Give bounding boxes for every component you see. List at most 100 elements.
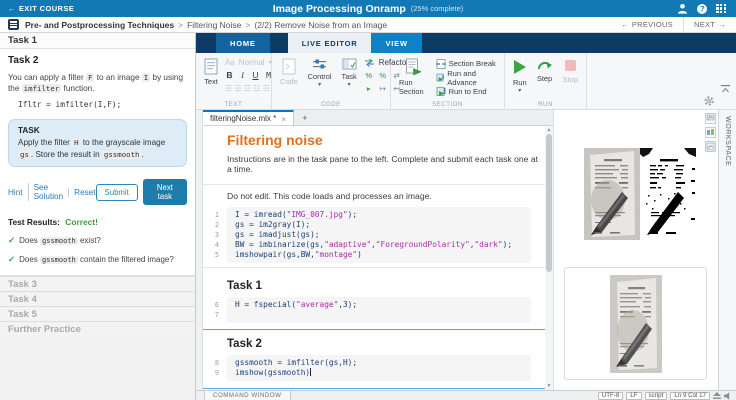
document-tab-filteringNoise[interactable]: filteringNoise.mlx * × bbox=[202, 110, 295, 125]
further-practice-header[interactable]: Further Practice bbox=[0, 321, 195, 336]
tab-live-editor[interactable]: LIVE EDITOR bbox=[287, 33, 372, 53]
group-section: Run Section Section Break Run and Advanc… bbox=[391, 53, 505, 109]
code-chip: I bbox=[141, 73, 151, 82]
insert-control-button[interactable]: Control ▾ bbox=[305, 56, 335, 89]
figure-action-icon-2[interactable] bbox=[705, 127, 716, 138]
back-arrow-icon: ← bbox=[8, 4, 16, 13]
run-to-end-icon bbox=[436, 86, 445, 96]
workspace-strip: WORKSPACE bbox=[718, 110, 736, 390]
line-numbers: 89 bbox=[214, 359, 219, 377]
group-label-section: SECTION bbox=[432, 102, 463, 108]
task-box-text: Apply the filter H to the grayscale imag… bbox=[18, 138, 166, 159]
code-section-task1[interactable]: 67 H = fspecial("average",3); bbox=[203, 297, 545, 323]
insert-code-button[interactable]: Code bbox=[277, 56, 301, 88]
bold-button[interactable]: B bbox=[225, 70, 234, 80]
task1-header[interactable]: Task 1 bbox=[0, 33, 195, 49]
next-button[interactable]: NEXT → bbox=[682, 17, 736, 32]
code-chip: gssmooth bbox=[101, 149, 142, 159]
previous-button[interactable]: ← PREVIOUS bbox=[611, 17, 683, 32]
font-style-icon[interactable]: Aa bbox=[225, 58, 235, 67]
group-label-code: CODE bbox=[321, 102, 341, 108]
hint-link[interactable]: Hint bbox=[8, 188, 23, 197]
stop-button[interactable]: Stop bbox=[560, 56, 581, 86]
line-numbers: 12345 bbox=[214, 211, 219, 259]
test-results-status: Correct! bbox=[65, 217, 98, 227]
refactor-icon bbox=[364, 58, 374, 67]
next-task-button[interactable]: Next task bbox=[142, 179, 187, 205]
scroll-down-icon[interactable]: ▼ bbox=[545, 383, 553, 389]
gear-icon[interactable] bbox=[704, 96, 714, 106]
scroll-up-icon[interactable]: ▲ bbox=[545, 127, 553, 133]
text-style-select[interactable]: Normal bbox=[239, 58, 265, 67]
insert-task-button[interactable]: Task ▾ bbox=[339, 56, 360, 89]
workspace-tab[interactable]: WORKSPACE bbox=[724, 110, 731, 166]
breadcrumb-item-page: (2/2) Remove Noise from an Image bbox=[254, 19, 388, 30]
text-document-icon bbox=[204, 58, 218, 75]
code-section-setup[interactable]: 12345 I = imread("IMG_007.jpg"); gs = im2… bbox=[203, 207, 545, 263]
code-chip: gssmooth bbox=[40, 256, 78, 264]
tab-home[interactable]: HOME bbox=[216, 33, 270, 53]
code-lines[interactable]: I = imread("IMG_007.jpg"); gs = im2gray(I… bbox=[227, 207, 531, 263]
help-icon[interactable]: ? bbox=[697, 3, 708, 14]
tab-view[interactable]: VIEW bbox=[371, 33, 422, 53]
checkmark-icon: ✓ bbox=[8, 254, 16, 264]
see-solution-link[interactable]: See Solution bbox=[27, 183, 63, 201]
underline-button[interactable]: U bbox=[251, 70, 260, 80]
scrollbar-thumb[interactable] bbox=[546, 134, 552, 272]
indent-right-icon[interactable]: ↦ bbox=[378, 84, 388, 93]
filetype-indicator: script bbox=[644, 391, 668, 400]
new-tab-button[interactable]: + bbox=[294, 110, 315, 125]
task3-header[interactable]: Task 3 bbox=[0, 276, 195, 291]
apps-grid-icon[interactable] bbox=[716, 3, 726, 14]
task4-header[interactable]: Task 4 bbox=[0, 291, 195, 306]
insert-text-button[interactable]: Text bbox=[201, 56, 221, 88]
code-chip: imfilter bbox=[21, 84, 62, 93]
document-heading: Filtering noise bbox=[227, 132, 323, 148]
figure-action-icon-1[interactable] bbox=[705, 113, 716, 124]
group-code: Code Control ▾ Task ▾ Refactor ▾ % % ⇄ ▸ bbox=[272, 53, 416, 109]
course-outline-icon[interactable] bbox=[8, 19, 19, 30]
italic-button[interactable]: I bbox=[238, 70, 247, 80]
text-button-label: Text bbox=[204, 77, 218, 86]
code-lines[interactable]: gssmooth = imfilter(gs,H); imshow(gssmoot… bbox=[227, 355, 531, 381]
next-label: NEXT bbox=[693, 20, 716, 29]
submit-button[interactable]: Submit bbox=[95, 183, 138, 201]
run-and-advance-button[interactable]: Run and Advance bbox=[435, 69, 499, 87]
breadcrumb-item-section[interactable]: Pre- and Postprocessing Techniques bbox=[25, 20, 174, 30]
comment-button[interactable]: % bbox=[364, 71, 374, 80]
run-section-button[interactable]: Run Section bbox=[396, 56, 432, 98]
next-arrow-icon: → bbox=[718, 20, 726, 29]
collapse-toolstrip-icon[interactable] bbox=[721, 85, 730, 93]
reset-link[interactable]: Reset bbox=[68, 187, 96, 197]
previous-label: PREVIOUS bbox=[631, 20, 673, 29]
editor-scrollbar[interactable]: ▲ ▼ bbox=[545, 126, 553, 390]
user-icon[interactable] bbox=[677, 3, 688, 14]
output-figure-montage bbox=[584, 148, 696, 240]
checkmark-icon: ✓ bbox=[8, 235, 16, 245]
smart-indent-icon[interactable]: ▸ bbox=[364, 84, 374, 93]
task-box-title: TASK bbox=[18, 126, 40, 135]
figure-action-icon-3[interactable] bbox=[705, 141, 716, 152]
uncomment-button[interactable]: % bbox=[378, 71, 388, 80]
breadcrumb-item-lesson[interactable]: Filtering Noise bbox=[187, 20, 241, 30]
task5-header[interactable]: Task 5 bbox=[0, 306, 195, 321]
list-format-icons[interactable]: ☰ ☱ ☲ ☳ ☴ bbox=[225, 84, 270, 93]
close-tab-icon[interactable]: × bbox=[281, 114, 286, 124]
run-button[interactable]: Run ▾ bbox=[510, 56, 530, 95]
test-results: Test Results: Correct! bbox=[8, 217, 187, 227]
command-window-tab[interactable]: COMMAND WINDOW bbox=[204, 391, 291, 400]
eject-icon[interactable] bbox=[713, 391, 721, 400]
task1-heading: Task 1 bbox=[227, 280, 262, 292]
code-lines[interactable]: H = fspecial("average",3); bbox=[227, 297, 531, 323]
exit-course-button[interactable]: ← EXIT COURSE bbox=[0, 4, 74, 13]
previous-arrow-icon: ← bbox=[621, 20, 629, 29]
breadcrumb-separator: > bbox=[245, 19, 251, 30]
task2-section: Task 2 You can apply a filter F to an im… bbox=[0, 49, 195, 276]
group-text: Text Aa Normal ▾ B I U M ☰ ☱ ☲ ☳ ☴ TEXT bbox=[196, 53, 272, 109]
toolstrip: Text Aa Normal ▾ B I U M ☰ ☱ ☲ ☳ ☴ TEXT … bbox=[196, 53, 736, 110]
run-to-end-button[interactable]: Run to End bbox=[436, 85, 499, 98]
speaker-icon[interactable] bbox=[724, 391, 732, 400]
step-button[interactable]: Step bbox=[534, 56, 556, 85]
code-section-task2[interactable]: 89 gssmooth = imfilter(gs,H); imshow(gssm… bbox=[203, 355, 545, 381]
live-editor[interactable]: Filtering noise Instructions are in the … bbox=[203, 126, 545, 390]
